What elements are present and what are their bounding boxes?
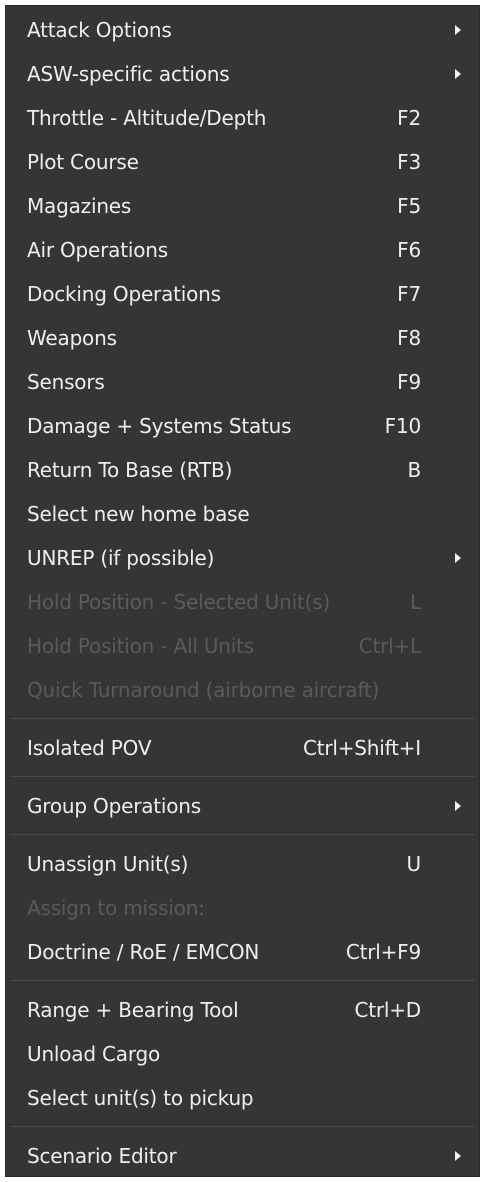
menu-item-damage-status[interactable]: Damage + Systems Status F10 xyxy=(6,404,479,448)
menu-item-shortcut: F2 xyxy=(397,106,421,130)
menu-item-quick-turnaround: Quick Turnaround (airborne aircraft) xyxy=(6,668,479,712)
submenu-arrow-icon xyxy=(455,25,461,35)
menu-item-shortcut: Ctrl+D xyxy=(354,998,421,1022)
menu-item-label: Throttle - Altitude/Depth xyxy=(27,106,267,130)
menu-item-unload-cargo[interactable]: Unload Cargo xyxy=(6,1032,479,1076)
menu-item-throttle[interactable]: Throttle - Altitude/Depth F2 xyxy=(6,96,479,140)
menu-item-shortcut: F6 xyxy=(397,238,421,262)
menu-item-label: Hold Position - Selected Unit(s) xyxy=(27,590,331,614)
menu-item-select-home-base[interactable]: Select new home base xyxy=(6,492,479,536)
menu-item-weapons[interactable]: Weapons F8 xyxy=(6,316,479,360)
menu-item-group-operations[interactable]: Group Operations xyxy=(6,784,479,828)
menu-item-scenario-editor[interactable]: Scenario Editor xyxy=(6,1134,479,1178)
menu-item-shortcut: Ctrl+F9 xyxy=(345,940,421,964)
menu-item-plot-course[interactable]: Plot Course F3 xyxy=(6,140,479,184)
menu-separator xyxy=(6,1120,479,1134)
submenu-arrow-icon xyxy=(455,553,461,563)
menu-item-label: Sensors xyxy=(27,370,105,394)
menu-item-label: Unassign Unit(s) xyxy=(27,852,189,876)
menu-item-shortcut: B xyxy=(407,458,421,482)
menu-item-docking-operations[interactable]: Docking Operations F7 xyxy=(6,272,479,316)
menu-item-unassign-units[interactable]: Unassign Unit(s) U xyxy=(6,842,479,886)
menu-item-label: Plot Course xyxy=(27,150,139,174)
menu-item-shortcut: F7 xyxy=(397,282,421,306)
menu-item-sensors[interactable]: Sensors F9 xyxy=(6,360,479,404)
menu-item-label: Damage + Systems Status xyxy=(27,414,292,438)
menu-item-range-bearing-tool[interactable]: Range + Bearing Tool Ctrl+D xyxy=(6,988,479,1032)
menu-item-shortcut: Ctrl+Shift+I xyxy=(302,736,421,760)
submenu-arrow-icon xyxy=(455,801,461,811)
menu-item-label: Return To Base (RTB) xyxy=(27,458,233,482)
menu-item-label: Air Operations xyxy=(27,238,168,262)
menu-item-shortcut: F8 xyxy=(397,326,421,350)
menu-separator xyxy=(6,828,479,842)
menu-item-label: Group Operations xyxy=(27,794,201,818)
menu-item-attack-options[interactable]: Attack Options xyxy=(6,8,479,52)
menu-item-asw-actions[interactable]: ASW-specific actions xyxy=(6,52,479,96)
menu-separator xyxy=(6,770,479,784)
menu-separator xyxy=(6,974,479,988)
menu-item-label: Weapons xyxy=(27,326,117,350)
menu-item-label: ASW-specific actions xyxy=(27,62,230,86)
menu-item-label: Hold Position - All Units xyxy=(27,634,254,658)
menu-item-return-to-base[interactable]: Return To Base (RTB) B xyxy=(6,448,479,492)
menu-item-label: Doctrine / RoE / EMCON xyxy=(27,940,260,964)
submenu-arrow-icon xyxy=(455,1151,461,1161)
menu-item-shortcut: U xyxy=(406,852,422,876)
menu-item-magazines[interactable]: Magazines F5 xyxy=(6,184,479,228)
menu-item-label: Scenario Editor xyxy=(27,1144,177,1168)
menu-item-label: UNREP (if possible) xyxy=(27,546,215,570)
menu-item-label: Select new home base xyxy=(27,502,250,526)
menu-item-label: Attack Options xyxy=(27,18,172,42)
menu-item-select-units-pickup[interactable]: Select unit(s) to pickup xyxy=(6,1076,479,1120)
menu-item-doctrine-roe-emcon[interactable]: Doctrine / RoE / EMCON Ctrl+F9 xyxy=(6,930,479,974)
menu-item-shortcut: F3 xyxy=(397,150,421,174)
menu-item-label: Unload Cargo xyxy=(27,1042,161,1066)
menu-item-shortcut: F10 xyxy=(384,414,422,438)
menu-item-hold-position-selected: Hold Position - Selected Unit(s) L xyxy=(6,580,479,624)
menu-item-label: Docking Operations xyxy=(27,282,221,306)
menu-item-isolated-pov[interactable]: Isolated POV Ctrl+Shift+I xyxy=(6,726,479,770)
menu-item-assign-to-mission: Assign to mission: xyxy=(6,886,479,930)
submenu-arrow-icon xyxy=(455,69,461,79)
menu-item-label: Magazines xyxy=(27,194,132,218)
menu-item-label: Isolated POV xyxy=(27,736,152,760)
menu-separator xyxy=(6,712,479,726)
menu-item-hold-position-all: Hold Position - All Units Ctrl+L xyxy=(6,624,479,668)
context-menu: Attack Options ASW-specific actions Thro… xyxy=(5,5,480,1177)
menu-item-shortcut: L xyxy=(410,590,421,614)
menu-item-shortcut: Ctrl+L xyxy=(358,634,421,658)
menu-item-air-operations[interactable]: Air Operations F6 xyxy=(6,228,479,272)
menu-item-label: Assign to mission: xyxy=(27,896,205,920)
menu-item-label: Range + Bearing Tool xyxy=(27,998,239,1022)
menu-item-shortcut: F9 xyxy=(397,370,421,394)
menu-item-shortcut: F5 xyxy=(397,194,421,218)
menu-item-unrep[interactable]: UNREP (if possible) xyxy=(6,536,479,580)
menu-item-label: Quick Turnaround (airborne aircraft) xyxy=(27,678,380,702)
menu-item-label: Select unit(s) to pickup xyxy=(27,1086,254,1110)
